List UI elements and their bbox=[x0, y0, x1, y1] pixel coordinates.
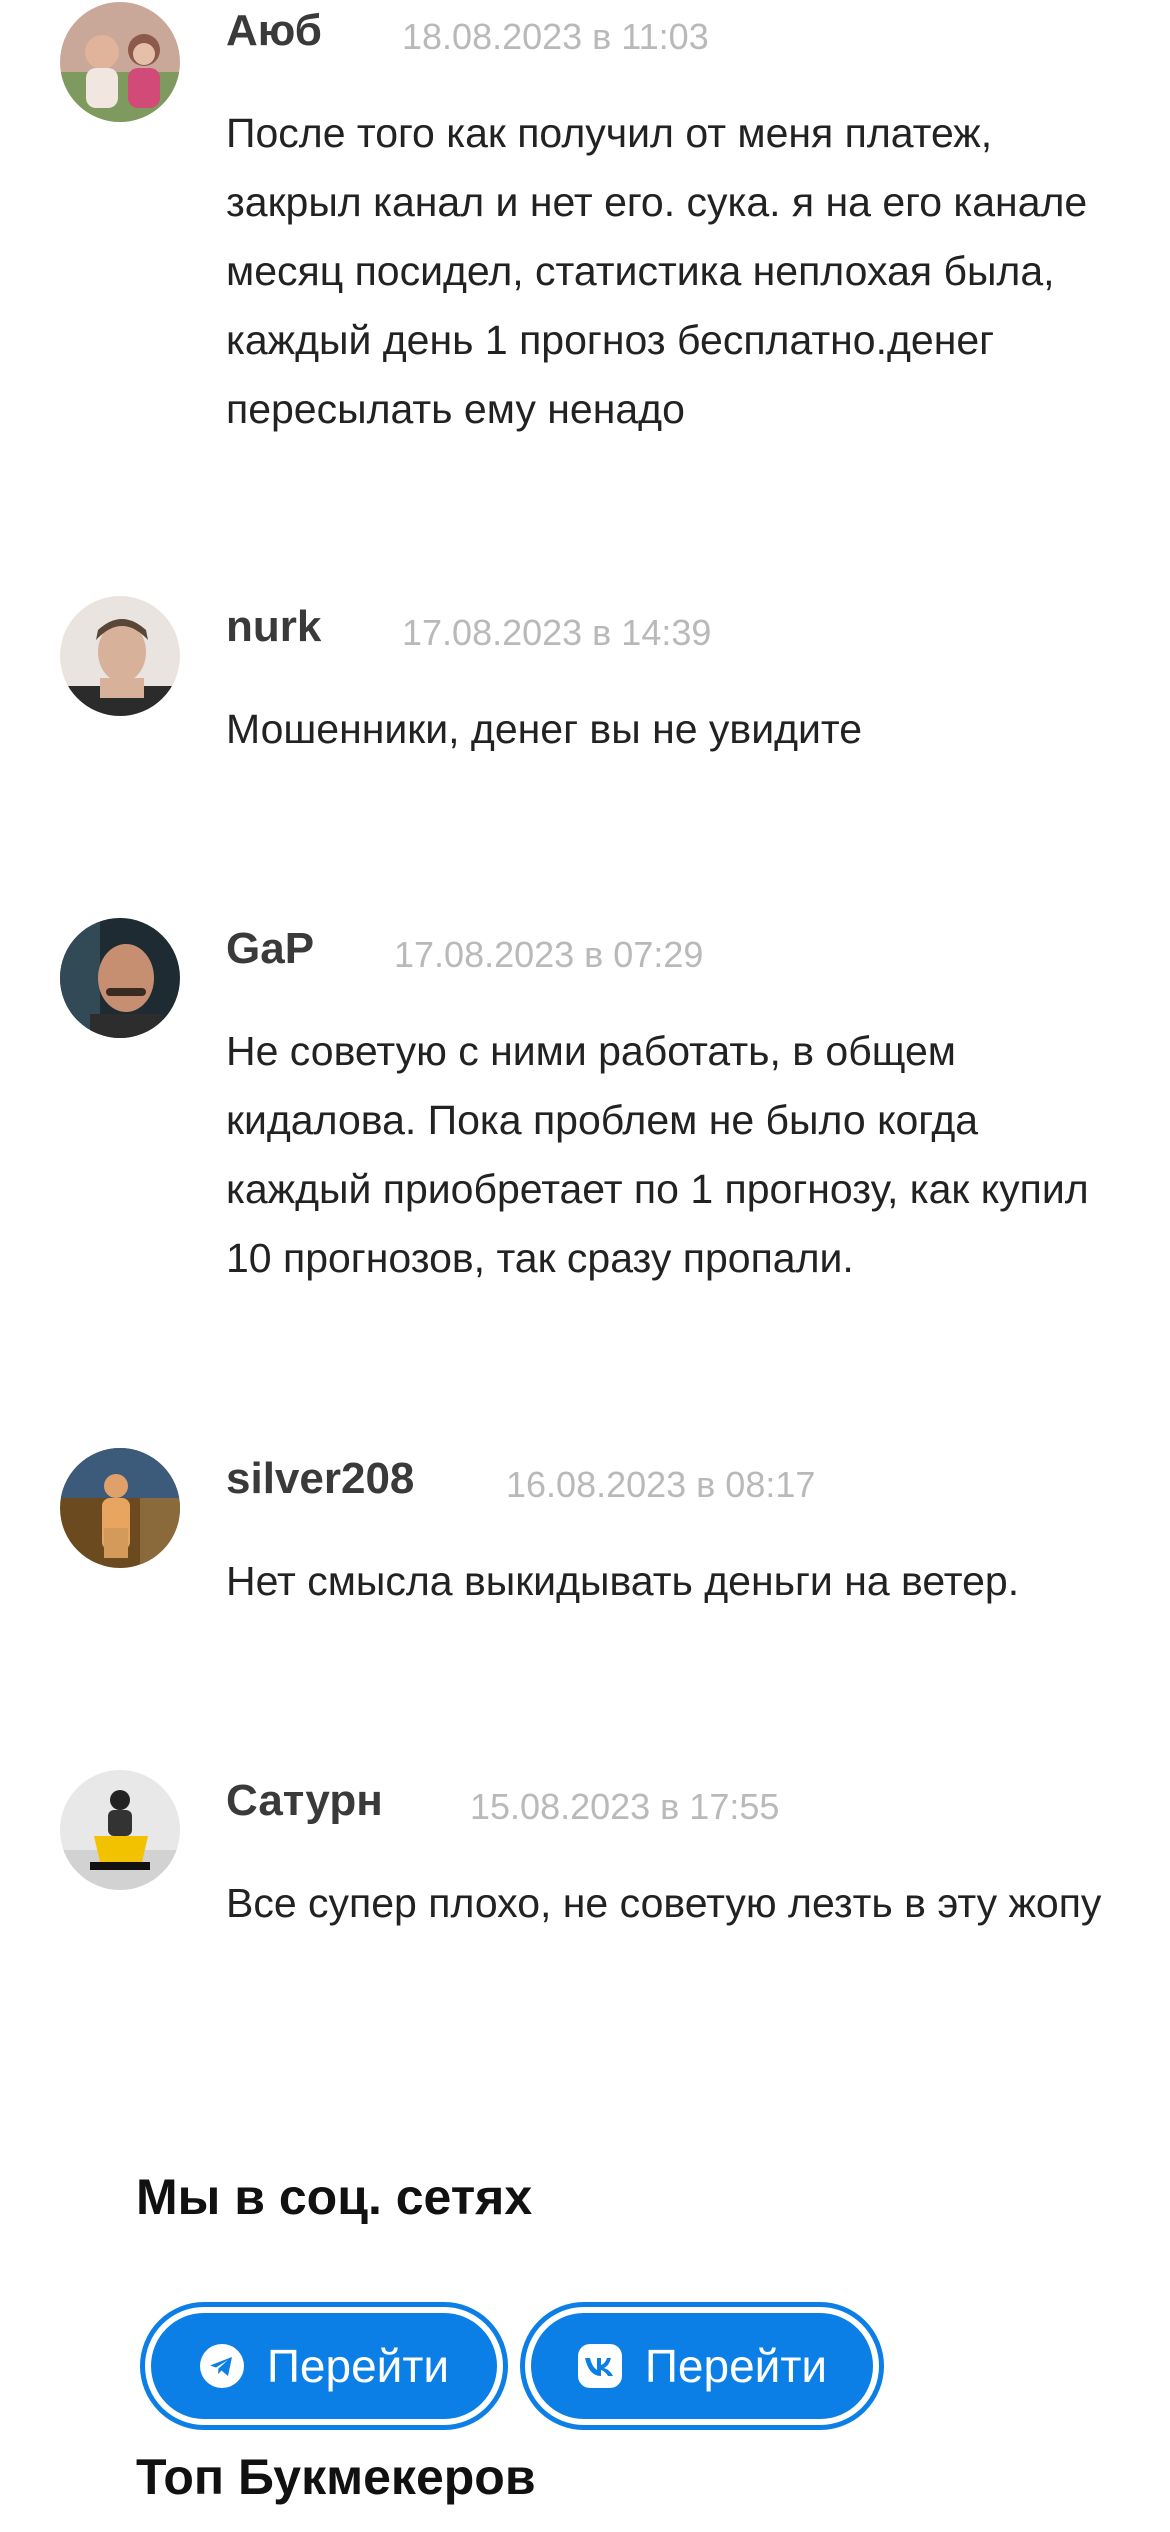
comment-text: Не советую с ними работать, в общем кида… bbox=[226, 1028, 1089, 1281]
avatar[interactable] bbox=[60, 918, 180, 1038]
comment-text: Мошенники, денег вы не увидите bbox=[226, 706, 863, 752]
vk-button[interactable]: Перейти bbox=[520, 2302, 884, 2430]
comment-date: 18.08.2023 в 11:03 bbox=[402, 16, 709, 57]
comment-text: Все супер плохо, не советую лезть в эту … bbox=[226, 1880, 1102, 1926]
vk-button-label: Перейти bbox=[644, 2340, 828, 2392]
comment-author[interactable]: Аюб bbox=[226, 6, 322, 56]
comment-author[interactable]: GaP bbox=[226, 924, 314, 974]
vk-icon bbox=[577, 2344, 622, 2388]
avatar[interactable] bbox=[60, 1770, 180, 1890]
comment-date: 16.08.2023 в 08:17 bbox=[506, 1464, 816, 1505]
comment-date: 17.08.2023 в 07:29 bbox=[394, 934, 704, 975]
comment-text: После того как получил от меня платеж, з… bbox=[226, 110, 1088, 432]
comment-author[interactable]: Сатурн bbox=[226, 1776, 383, 1826]
social-section-title: Мы в соц. сетях bbox=[136, 2169, 533, 2225]
comment-author[interactable]: nurk bbox=[226, 602, 321, 652]
avatar[interactable] bbox=[60, 596, 180, 716]
bookmakers-section-title: Топ Букмекеров bbox=[136, 2449, 536, 2505]
telegram-button-label: Перейти bbox=[266, 2340, 450, 2392]
avatar[interactable] bbox=[60, 2, 180, 122]
comment-author[interactable]: silver208 bbox=[226, 1454, 414, 1504]
telegram-button[interactable]: Перейти bbox=[140, 2302, 508, 2430]
avatar[interactable] bbox=[60, 1448, 180, 1568]
telegram-button-inner: Перейти bbox=[151, 2313, 497, 2419]
vk-button-inner: Перейти bbox=[531, 2313, 873, 2419]
comment-text: Нет смысла выкидывать деньги на ветер. bbox=[226, 1558, 1020, 1604]
telegram-icon bbox=[199, 2344, 244, 2388]
comment-date: 15.08.2023 в 17:55 bbox=[470, 1786, 780, 1827]
comment-date: 17.08.2023 в 14:39 bbox=[402, 612, 712, 653]
